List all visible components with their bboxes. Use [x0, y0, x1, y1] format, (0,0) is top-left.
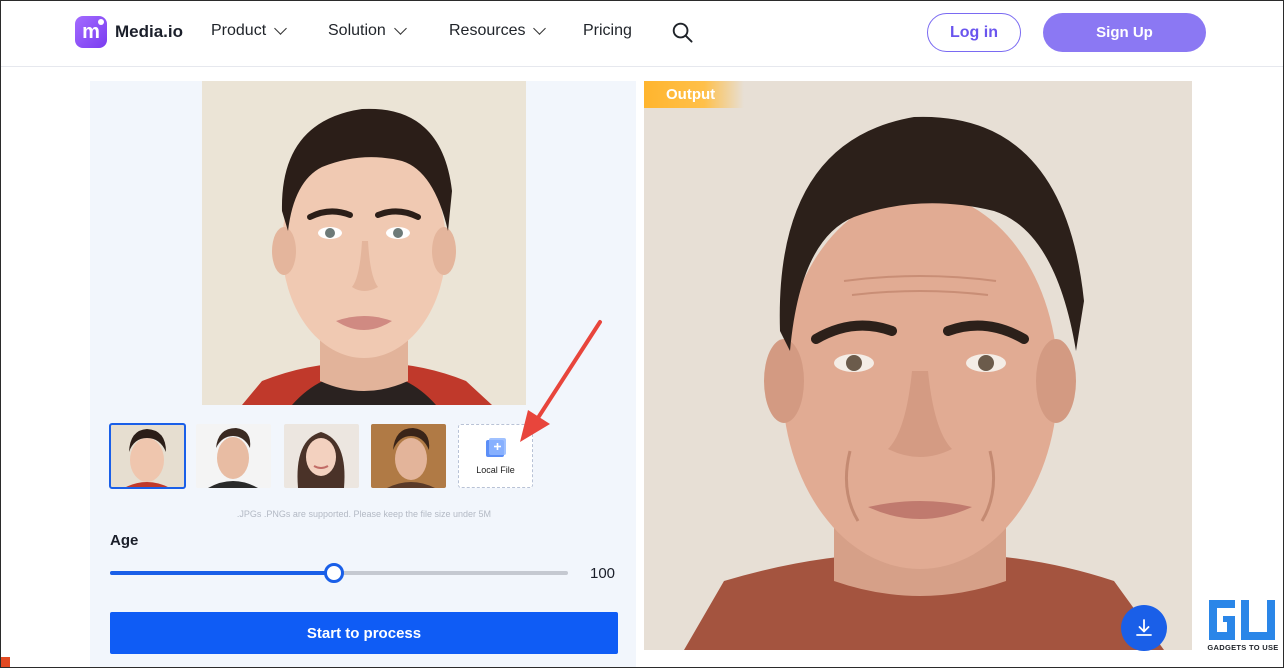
chevron-down-icon	[274, 22, 288, 35]
nav-item-label: Resources	[449, 22, 526, 39]
age-slider-fill	[110, 571, 335, 575]
thumbnail-face-image	[110, 424, 185, 488]
watermark-text: GADGETS TO USE	[1207, 643, 1279, 652]
output-tag: Output	[644, 81, 744, 108]
input-photo	[202, 81, 526, 405]
local-file-upload[interactable]: Local File	[458, 424, 533, 488]
sample-thumbnail-2[interactable]	[196, 424, 271, 488]
nav-item-resources[interactable]: Resources	[449, 22, 547, 40]
search-icon[interactable]	[672, 22, 693, 43]
local-file-label: Local File	[476, 465, 515, 475]
nav-item-label: Pricing	[583, 22, 632, 39]
young-man-portrait	[202, 81, 526, 405]
thumbnail-face-image	[196, 424, 271, 488]
signup-button[interactable]: Sign Up	[1043, 13, 1206, 52]
nav-item-label: Solution	[328, 22, 386, 39]
nav-item-solution[interactable]: Solution	[328, 22, 407, 40]
chevron-down-icon	[393, 22, 407, 35]
download-icon	[1136, 619, 1152, 636]
media-io-logo-icon: m	[75, 16, 107, 48]
file-format-hint: .JPGs .PNGs are supported. Please keep t…	[236, 509, 492, 519]
age-label: Age	[110, 532, 139, 549]
age-slider[interactable]	[110, 563, 568, 583]
aged-man-portrait	[644, 81, 1192, 650]
chevron-down-icon	[533, 22, 547, 35]
sample-thumbnail-4[interactable]	[371, 424, 446, 488]
top-navigation: m Media.io Product Solution Resources Pr…	[0, 0, 1284, 67]
brand-name: Media.io	[115, 22, 184, 41]
corner-decoration	[0, 657, 10, 668]
brand-logo[interactable]: m Media.io	[75, 16, 183, 48]
download-button[interactable]	[1121, 605, 1167, 651]
output-panel	[644, 81, 1192, 650]
age-value: 100	[590, 565, 616, 582]
nav-item-label: Product	[211, 22, 267, 39]
upload-image-icon	[485, 438, 506, 457]
nav-item-pricing[interactable]: Pricing	[583, 22, 632, 40]
login-button[interactable]: Log in	[927, 13, 1021, 52]
nav-item-product[interactable]: Product	[211, 22, 288, 40]
sample-thumbnail-1[interactable]	[109, 423, 186, 489]
gadgets-to-use-logo-icon	[1209, 600, 1275, 640]
thumbnail-face-image	[284, 424, 359, 488]
sample-thumbnail-3[interactable]	[284, 424, 359, 488]
thumbnail-face-image	[371, 424, 446, 488]
start-to-process-button[interactable]: Start to process	[110, 612, 618, 654]
